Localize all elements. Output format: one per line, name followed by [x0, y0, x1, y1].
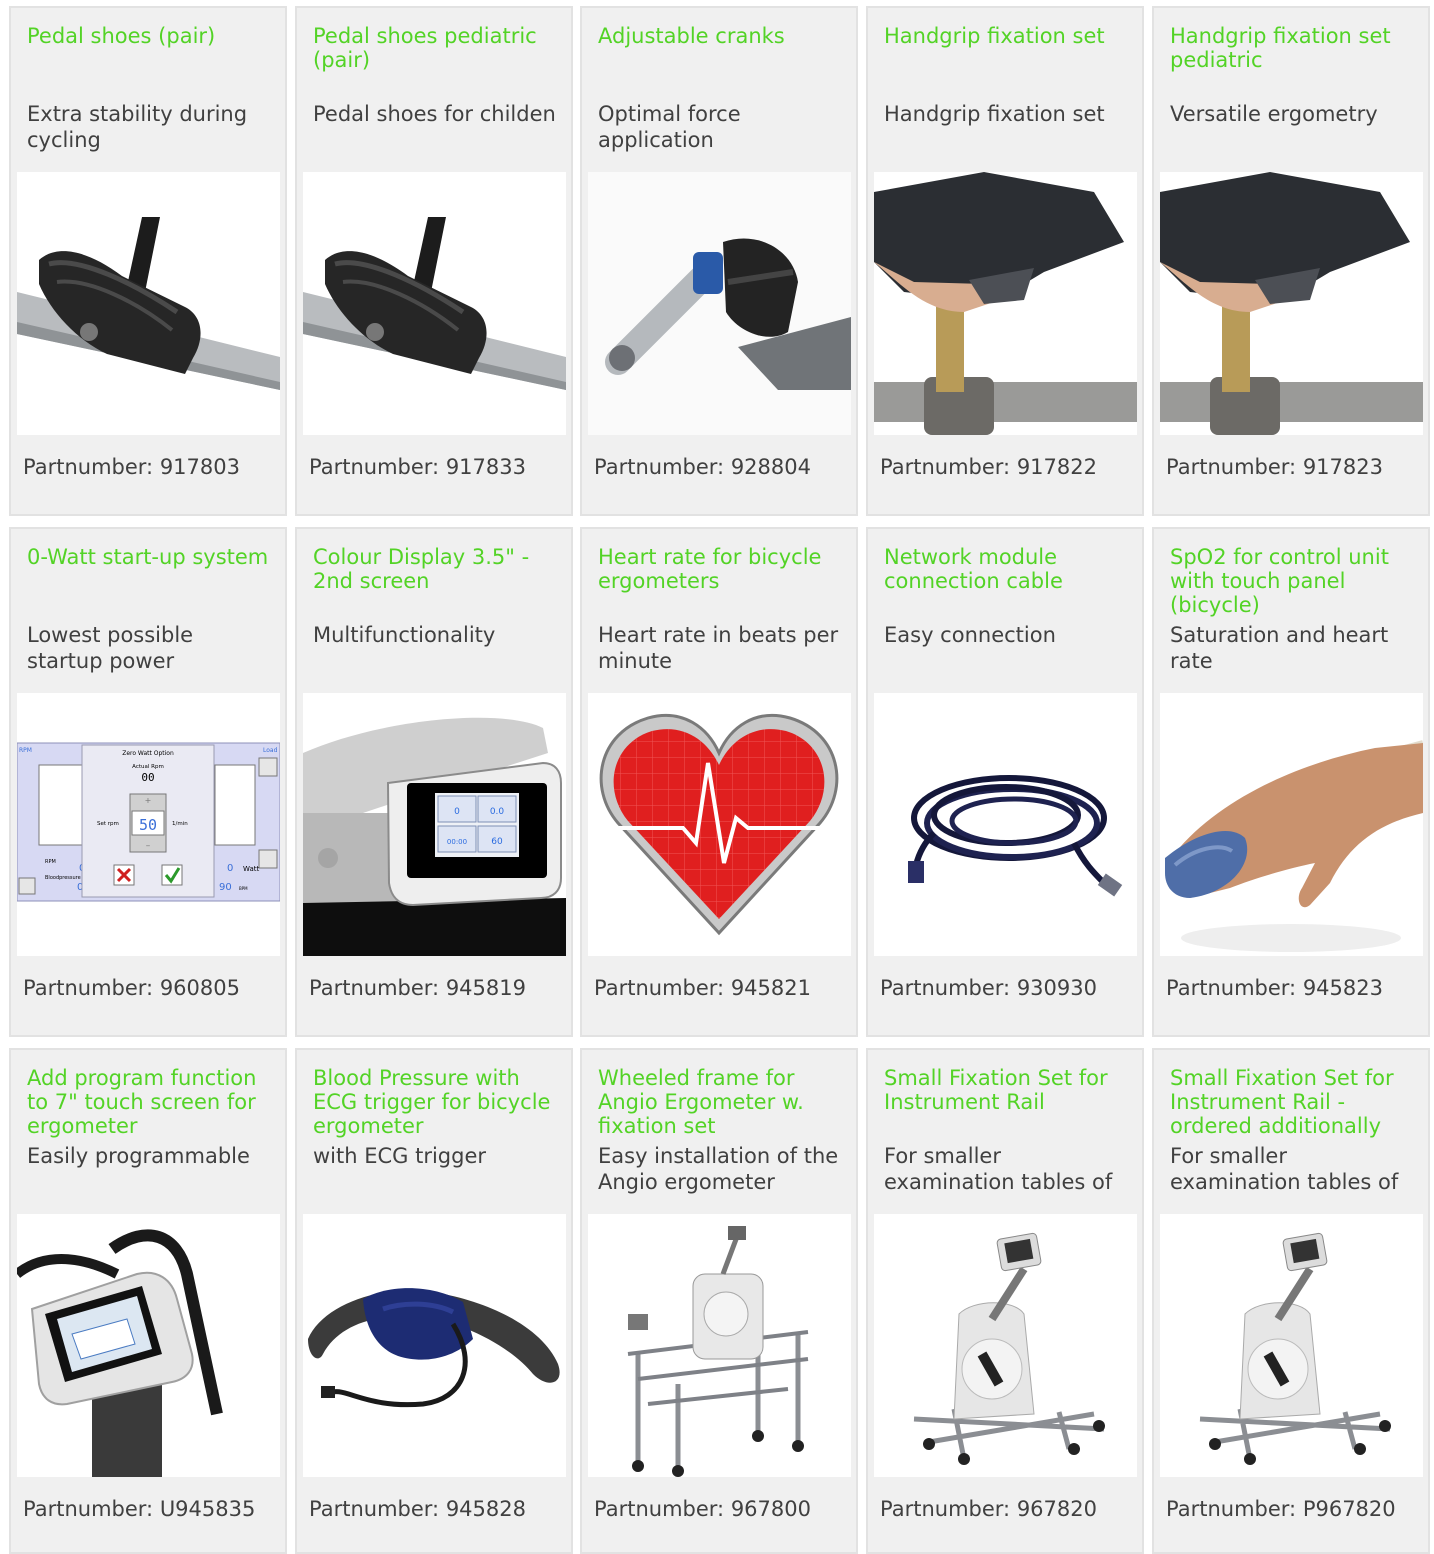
svg-text:Actual Rpm: Actual Rpm	[132, 764, 164, 770]
product-description: Pedal shoes for childen	[313, 102, 556, 126]
product-card[interactable]: Blood Pressure with ECG trigger for bicy…	[295, 1048, 573, 1554]
product-description: For smaller examination tables of	[1170, 1144, 1399, 1194]
svg-text:00:00: 00:00	[447, 838, 467, 846]
svg-text:–: –	[146, 841, 151, 851]
product-card[interactable]: Pedal shoes pediatric (pair) Pedal shoes…	[295, 6, 573, 516]
product-description: Easily programmable	[27, 1144, 250, 1168]
svg-text:50: 50	[139, 816, 157, 834]
product-title[interactable]: 0-Watt start-up system	[27, 545, 273, 569]
product-card[interactable]: SpO2 for control unit with touch panel (…	[1152, 527, 1430, 1037]
svg-text:0: 0	[227, 863, 233, 874]
product-description: Saturation and heart rate	[1170, 623, 1389, 673]
zero-watt-screen-image[interactable]: RPM Load RPM Bloodpressure 0 Watt 0 90 B…	[17, 693, 280, 956]
product-description: with ECG trigger	[313, 1144, 487, 1168]
product-card[interactable]: Handgrip fixation set Handgrip fixation …	[866, 6, 1144, 516]
product-title[interactable]: Network module connection cable	[884, 545, 1130, 593]
product-card[interactable]: Pedal shoes (pair) Extra stability durin…	[9, 6, 287, 516]
pedal-shoe-image[interactable]	[17, 172, 280, 435]
angio-ergometer-image[interactable]	[1160, 1214, 1423, 1477]
product-card[interactable]: Adjustable cranks Optimal force applicat…	[580, 6, 858, 516]
product-partnumber: Partnumber: 945819	[309, 976, 526, 1000]
product-card[interactable]: Handgrip fixation set pediatric Versatil…	[1152, 6, 1430, 516]
product-description: Handgrip fixation set	[884, 102, 1105, 126]
svg-text:Zero Watt Option: Zero Watt Option	[122, 750, 174, 757]
product-description: Versatile ergometry	[1170, 102, 1378, 126]
product-partnumber: Partnumber: 967800	[594, 1497, 811, 1521]
heart-rate-image[interactable]	[588, 693, 851, 956]
product-card[interactable]: Small Fixation Set for Instrument Rail -…	[1152, 1048, 1430, 1554]
product-description: For smaller examination tables of	[884, 1144, 1113, 1194]
product-title[interactable]: Small Fixation Set for Instrument Rail	[884, 1066, 1130, 1114]
spo2-sensor-image[interactable]	[1160, 693, 1423, 956]
svg-text:0.0: 0.0	[490, 807, 505, 817]
colour-display-image[interactable]: 0 0.0 00:00 60	[303, 693, 566, 956]
product-title[interactable]: Colour Display 3.5" - 2nd screen	[313, 545, 559, 593]
pedal-shoe-image[interactable]	[303, 172, 566, 435]
product-title[interactable]: Adjustable cranks	[598, 24, 844, 48]
product-title[interactable]: Add program function to 7" touch screen …	[27, 1066, 273, 1138]
product-title[interactable]: Blood Pressure with ECG trigger for bicy…	[313, 1066, 559, 1138]
product-description: Easy connection	[884, 623, 1056, 647]
product-card[interactable]: Colour Display 3.5" - 2nd screen Multifu…	[295, 527, 573, 1037]
product-grid: Pedal shoes (pair) Extra stability durin…	[0, 0, 1434, 1554]
product-title[interactable]: Handgrip fixation set	[884, 24, 1130, 48]
wheeled-frame-image[interactable]	[588, 1214, 851, 1477]
svg-text:RPM: RPM	[45, 859, 56, 865]
svg-text:+: +	[145, 796, 152, 805]
product-partnumber: Partnumber: P967820	[1166, 1497, 1396, 1521]
network-cable-image[interactable]	[874, 693, 1137, 956]
product-title[interactable]: Pedal shoes pediatric (pair)	[313, 24, 559, 72]
svg-text:RPM: RPM	[19, 747, 32, 754]
product-partnumber: Partnumber: U945835	[23, 1497, 256, 1521]
svg-text:Watt: Watt	[243, 865, 260, 873]
product-card[interactable]: Add program function to 7" touch screen …	[9, 1048, 287, 1554]
handgrip-image[interactable]	[874, 172, 1137, 435]
product-partnumber: Partnumber: 945823	[1166, 976, 1383, 1000]
product-description: Easy installation of the Angio ergometer	[598, 1144, 839, 1194]
handgrip-image[interactable]	[1160, 172, 1423, 435]
svg-text:0: 0	[454, 807, 460, 817]
product-partnumber: Partnumber: 967820	[880, 1497, 1097, 1521]
svg-text:60: 60	[491, 837, 503, 847]
product-partnumber: Partnumber: 917803	[23, 455, 240, 479]
product-title[interactable]: Pedal shoes (pair)	[27, 24, 273, 48]
touch-screen-image[interactable]	[17, 1214, 280, 1477]
blood-pressure-cuff-image[interactable]	[303, 1214, 566, 1477]
svg-text:Bloodpressure: Bloodpressure	[45, 875, 81, 881]
product-partnumber: Partnumber: 917833	[309, 455, 526, 479]
svg-text:90: 90	[219, 882, 232, 893]
product-title[interactable]: SpO2 for control unit with touch panel (…	[1170, 545, 1416, 617]
product-title[interactable]: Small Fixation Set for Instrument Rail -…	[1170, 1066, 1416, 1138]
product-card[interactable]: Heart rate for bicycle ergometers Heart …	[580, 527, 858, 1037]
product-partnumber: Partnumber: 945821	[594, 976, 811, 1000]
product-partnumber: Partnumber: 930930	[880, 976, 1097, 1000]
product-card[interactable]: Wheeled frame for Angio Ergometer w. fix…	[580, 1048, 858, 1554]
angio-ergometer-image[interactable]	[874, 1214, 1137, 1477]
svg-text:BPM: BPM	[239, 886, 248, 891]
product-partnumber: Partnumber: 917822	[880, 455, 1097, 479]
product-partnumber: Partnumber: 960805	[23, 976, 240, 1000]
product-description: Heart rate in beats per minute	[598, 623, 839, 673]
product-title[interactable]: Heart rate for bicycle ergometers	[598, 545, 844, 593]
product-partnumber: Partnumber: 917823	[1166, 455, 1383, 479]
product-partnumber: Partnumber: 945828	[309, 1497, 526, 1521]
product-card[interactable]: 0-Watt start-up system Lowest possible s…	[9, 527, 287, 1037]
product-partnumber: Partnumber: 928804	[594, 455, 811, 479]
svg-text:Set rpm: Set rpm	[97, 821, 119, 827]
product-title[interactable]: Wheeled frame for Angio Ergometer w. fix…	[598, 1066, 844, 1138]
svg-text:1/min: 1/min	[172, 821, 188, 827]
product-card[interactable]: Network module connection cable Easy con…	[866, 527, 1144, 1037]
svg-text:Load: Load	[263, 747, 278, 754]
product-description: Extra stability during cycling	[27, 102, 248, 152]
product-card[interactable]: Small Fixation Set for Instrument Rail F…	[866, 1048, 1144, 1554]
product-description: Optimal force application	[598, 102, 741, 152]
product-title[interactable]: Handgrip fixation set pediatric	[1170, 24, 1416, 72]
product-description: Multifunctionality	[313, 623, 496, 647]
product-description: Lowest possible startup power	[27, 623, 194, 673]
adjustable-crank-image[interactable]	[588, 172, 851, 435]
svg-text:00: 00	[141, 771, 154, 784]
